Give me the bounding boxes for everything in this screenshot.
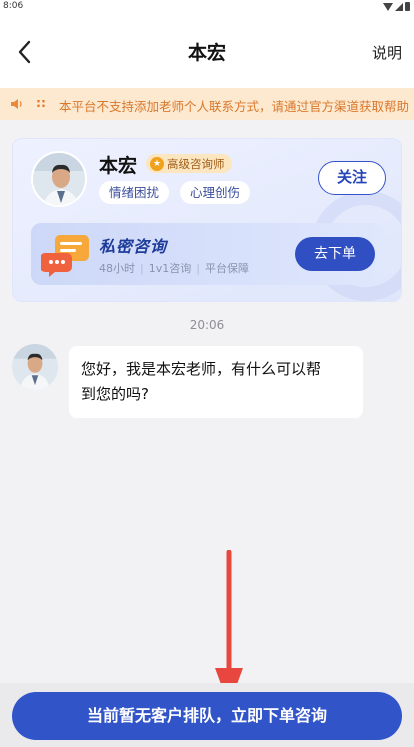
teacher-card: 本宏 ★ 高级咨询师 情绪困扰 心理创伤 关注 私密咨询 48小时 | 1v1咨询 |…: [12, 138, 402, 302]
message-avatar[interactable]: [12, 344, 58, 390]
page-title: 本宏: [187, 42, 226, 64]
battery-icon: [405, 2, 410, 11]
level-badge-label: 高级咨询师: [167, 156, 225, 171]
service-mode: 1v1咨询: [148, 262, 192, 275]
private-consult-service: 私密咨询 48小时 | 1v1咨询 | 平台保障 去下单: [31, 223, 383, 285]
level-badge: ★ 高级咨询师: [146, 154, 232, 173]
teacher-name: 本宏: [99, 155, 138, 177]
place-order-button[interactable]: 去下单: [295, 237, 375, 271]
speaker-icon: [11, 99, 22, 109]
consult-now-button[interactable]: 当前暂无客户排队，立即下单咨询: [12, 692, 402, 740]
service-guarantee: 平台保障: [204, 262, 249, 275]
wifi-icon: [383, 2, 393, 11]
help-link[interactable]: 说明: [372, 42, 402, 63]
notice-banner: :: 本平台不支持添加老师个人联系方式，请通过官方渠道获取帮助: [0, 88, 414, 120]
service-title: 私密咨询: [99, 237, 168, 256]
teacher-avatar[interactable]: [31, 151, 87, 207]
status-time: 8:06: [3, 1, 24, 11]
follow-button[interactable]: 关注: [318, 161, 386, 195]
chat-timestamp: 20:06: [189, 318, 225, 332]
message-bubble: 您好，我是本宏老师，有什么可以帮 到您的吗?: [69, 346, 363, 418]
message-text-line: 您好，我是本宏老师，有什么可以帮: [81, 360, 322, 378]
nav-bar: 本宏 说明: [0, 14, 414, 88]
message-text-line: 到您的吗?: [81, 385, 149, 403]
status-bar: 8:06: [0, 0, 414, 14]
notice-text: 本平台不支持添加老师个人联系方式，请通过官方渠道获取帮助: [59, 99, 410, 114]
medal-icon: ★: [150, 156, 164, 171]
specialty-tag: 情绪困扰: [99, 181, 170, 204]
specialty-tag: 心理创伤: [180, 181, 251, 204]
signal-icon: [395, 2, 403, 11]
chat-bubbles-icon: [41, 235, 89, 277]
service-meta: 48小时 | 1v1咨询 | 平台保障: [99, 262, 249, 275]
service-duration: 48小时: [99, 262, 135, 275]
notice-separator: ::: [36, 95, 46, 110]
